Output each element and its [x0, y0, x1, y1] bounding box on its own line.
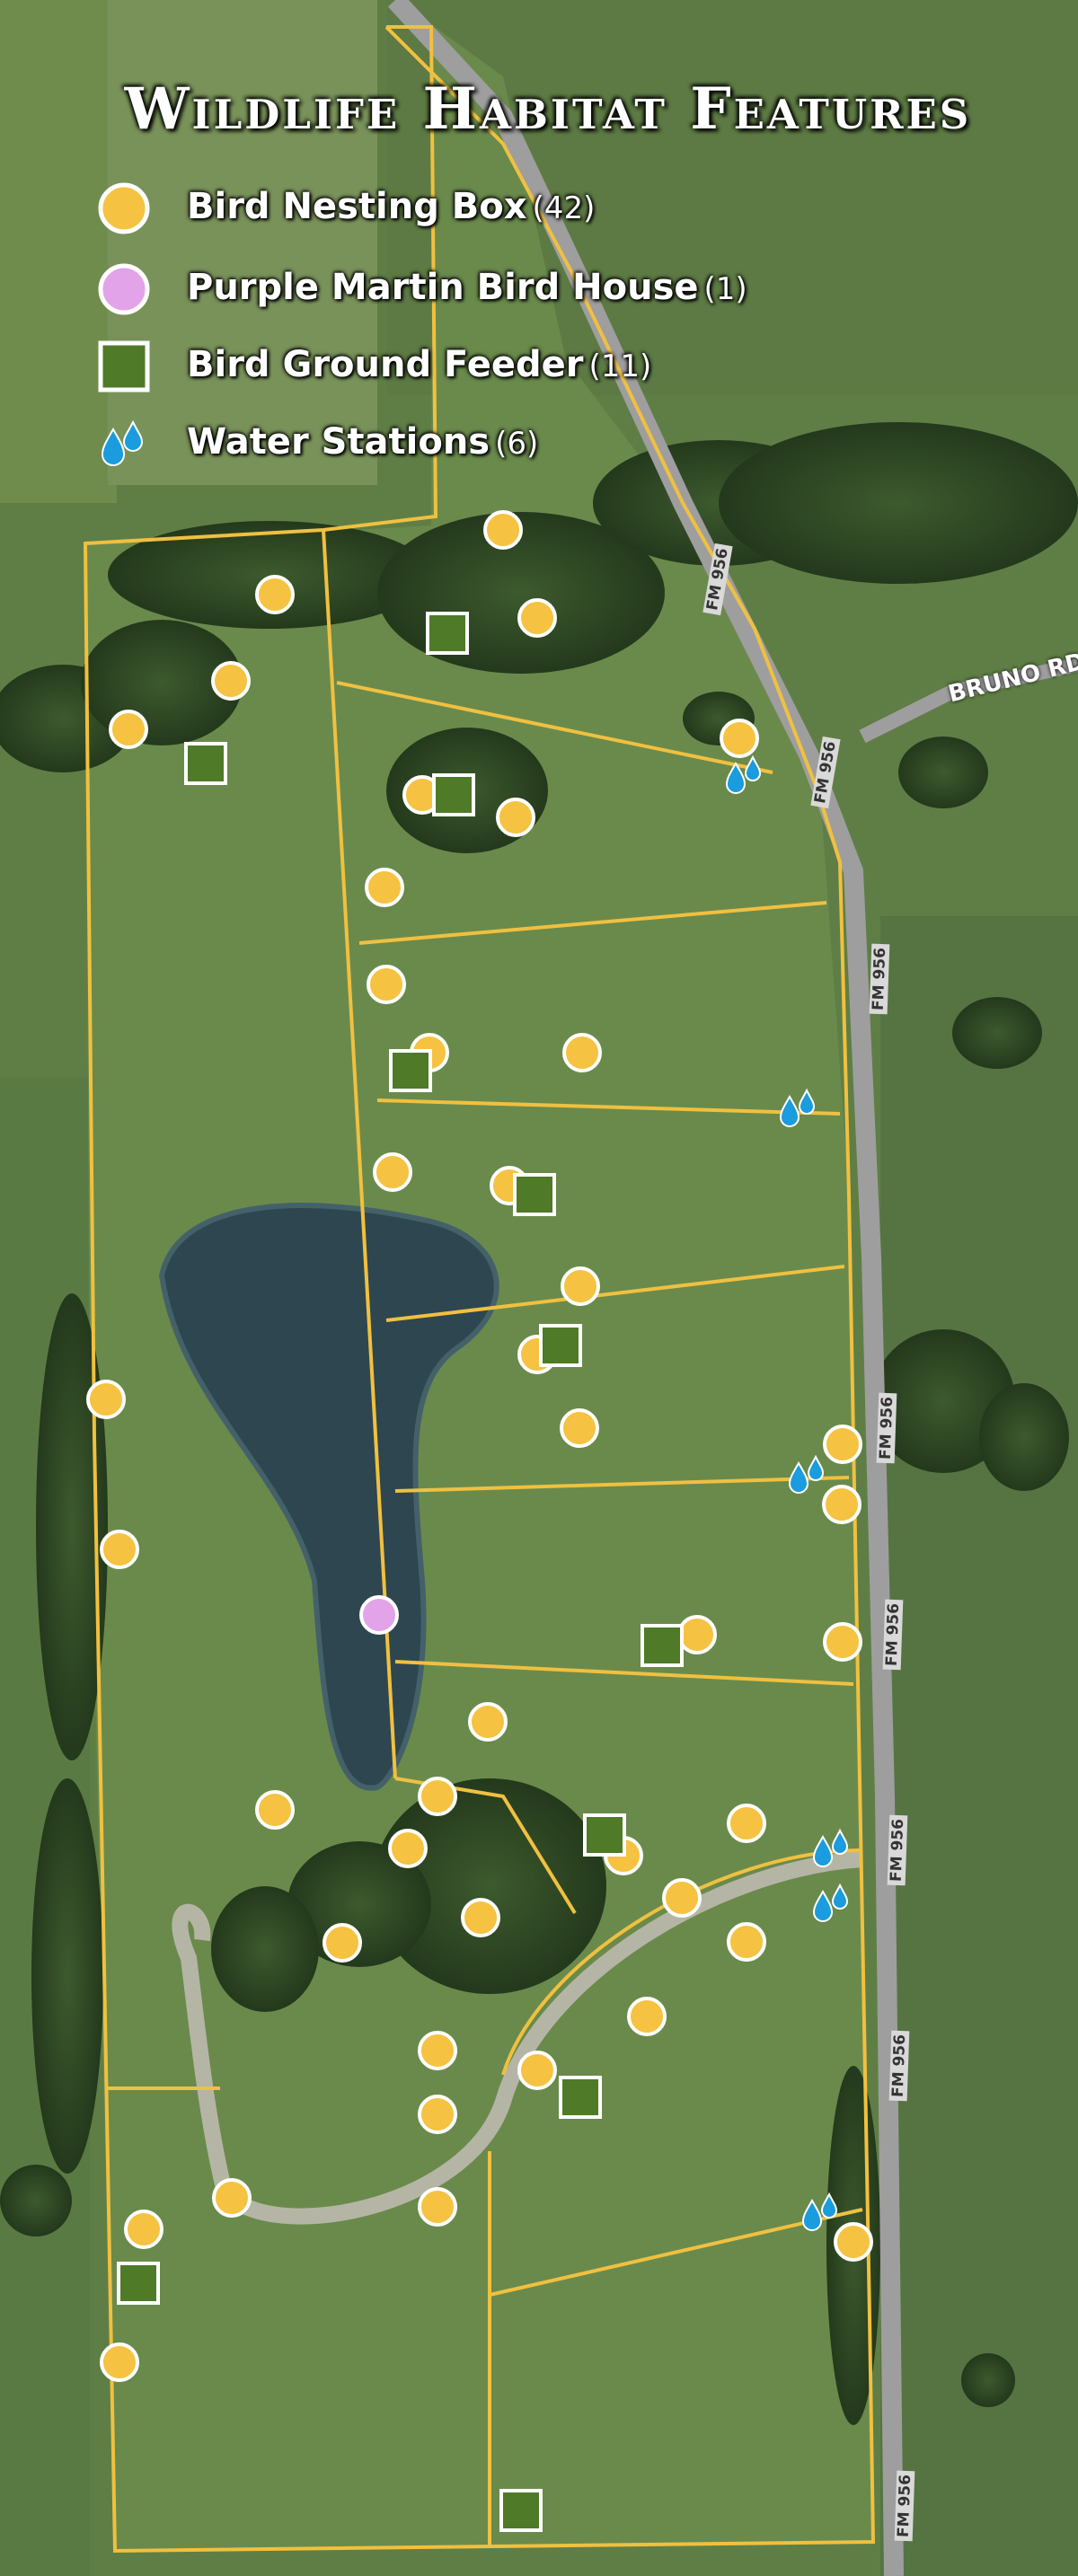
water-station-marker[interactable]	[809, 1826, 853, 1874]
road-label-fm956: FM 956	[876, 1392, 897, 1464]
nesting-box-marker[interactable]	[466, 1700, 509, 1748]
nesting-box-marker[interactable]	[494, 796, 537, 843]
nesting-box-marker[interactable]	[459, 1896, 502, 1944]
martin-house-legend-icon	[98, 263, 150, 315]
ground-feeder-marker[interactable]	[639, 1622, 685, 1673]
nesting-box-marker[interactable]	[371, 1151, 414, 1198]
nesting-box-marker[interactable]	[482, 508, 525, 556]
nesting-box-marker[interactable]	[416, 2185, 459, 2233]
nesting-box-marker[interactable]	[516, 2049, 559, 2096]
nesting-box-marker[interactable]	[209, 659, 252, 707]
legend-label: Bird Ground Feeder (11)	[187, 344, 652, 385]
nesting-box-marker[interactable]	[660, 1876, 703, 1924]
nesting-box-legend-icon	[98, 182, 150, 234]
nesting-box-marker[interactable]	[725, 1920, 768, 1968]
ground-feeder-marker[interactable]	[182, 740, 229, 791]
ground-feeder-marker[interactable]	[511, 1171, 558, 1222]
nesting-box-marker[interactable]	[821, 1620, 864, 1668]
ground-feeder-marker[interactable]	[387, 1047, 434, 1098]
water-station-marker[interactable]	[799, 2190, 842, 2237]
nesting-box-marker[interactable]	[365, 963, 408, 1010]
nesting-box-marker[interactable]	[98, 2341, 141, 2388]
legend-item-martin[interactable]: Purple Martin Bird House (1)	[97, 259, 747, 316]
habitat-map[interactable]: FM 956 FM 956 FM 956 FM 956 FM 956 FM 95…	[0, 0, 1078, 2576]
nesting-box-marker[interactable]	[416, 1775, 459, 1822]
legend-item-feeder[interactable]: Bird Ground Feeder (11)	[97, 336, 651, 393]
road-label-fm956: FM 956	[894, 2470, 915, 2542]
nesting-box-marker[interactable]	[559, 1265, 602, 1312]
nesting-box-marker[interactable]	[561, 1031, 604, 1079]
ground-feeder-marker[interactable]	[581, 1812, 628, 1863]
water-station-marker[interactable]	[776, 1086, 819, 1134]
road-label-fm956: FM 956	[888, 2030, 910, 2102]
ground-feeder-marker[interactable]	[424, 610, 471, 661]
nesting-box-marker[interactable]	[122, 2208, 165, 2255]
ground-feeder-marker[interactable]	[430, 772, 477, 823]
legend-label: Purple Martin Bird House (1)	[187, 267, 747, 308]
martin-house-marker[interactable]	[358, 1593, 401, 1641]
ground-feeder-marker[interactable]	[537, 1322, 584, 1373]
nesting-box-marker[interactable]	[321, 1921, 364, 1969]
water-station-marker[interactable]	[809, 1881, 853, 1928]
nesting-box-marker[interactable]	[416, 2029, 459, 2077]
nesting-box-marker[interactable]	[386, 1827, 429, 1875]
legend-item-water[interactable]: Water Stations (6)	[97, 413, 538, 471]
ground-feeder-marker[interactable]	[115, 2260, 162, 2311]
nesting-box-marker[interactable]	[625, 1995, 668, 2042]
nesting-box-marker[interactable]	[725, 1802, 768, 1849]
nesting-box-marker[interactable]	[210, 2176, 253, 2224]
ground-feeder-marker[interactable]	[498, 2487, 544, 2538]
nesting-box-marker[interactable]	[416, 2093, 459, 2140]
nesting-box-marker[interactable]	[107, 708, 150, 755]
road-label-fm956: FM 956	[882, 1599, 904, 1671]
map-title: Wildlife Habitat Features	[124, 75, 972, 143]
water-drop-legend-icon	[101, 419, 144, 466]
road-label-fm956: FM 956	[887, 1814, 908, 1886]
legend-label: Bird Nesting Box (42)	[187, 186, 596, 227]
nesting-box-marker[interactable]	[253, 1788, 296, 1836]
water-station-marker[interactable]	[722, 753, 765, 800]
ground-feeder-marker[interactable]	[557, 2074, 604, 2125]
legend-label: Water Stations (6)	[187, 421, 539, 463]
nesting-box-marker[interactable]	[253, 573, 296, 621]
ground-feeder-legend-icon	[98, 340, 150, 393]
nesting-box-marker[interactable]	[558, 1407, 601, 1454]
nesting-box-marker[interactable]	[363, 866, 406, 913]
road-label-fm956: FM 956	[869, 943, 890, 1015]
nesting-box-marker[interactable]	[84, 1378, 128, 1425]
nesting-box-marker[interactable]	[98, 1528, 141, 1575]
legend-item-nesting[interactable]: Bird Nesting Box (42)	[97, 178, 595, 235]
water-station-marker[interactable]	[785, 1452, 828, 1500]
nesting-box-marker[interactable]	[516, 596, 559, 644]
